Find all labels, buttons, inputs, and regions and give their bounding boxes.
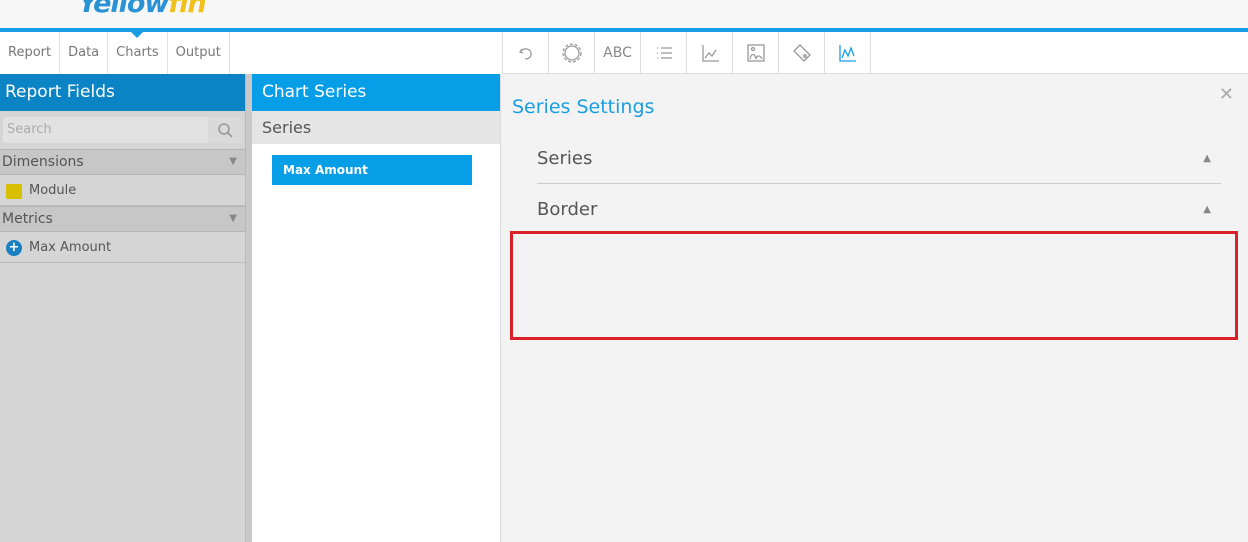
chevron-down-icon[interactable]: ▼ xyxy=(229,150,237,174)
list-icon[interactable] xyxy=(641,32,687,73)
report-fields-title: Report Fields xyxy=(0,74,245,111)
series-accordion[interactable]: Series ▲ xyxy=(537,134,1221,184)
plus-icon[interactable]: + xyxy=(6,240,22,256)
metrics-section[interactable]: Metrics ▼ xyxy=(0,206,245,232)
tab-data[interactable]: Data xyxy=(60,32,109,74)
image-icon[interactable] xyxy=(733,32,779,73)
close-icon[interactable]: ✕ xyxy=(1219,84,1234,105)
main-nav: Report Data Charts Output xyxy=(0,32,502,74)
text-abc-icon[interactable]: ABC xyxy=(595,32,641,73)
undo-icon[interactable] xyxy=(503,32,549,73)
gear-icon[interactable] xyxy=(549,32,595,73)
tab-output[interactable]: Output xyxy=(168,32,230,74)
chevron-up-icon[interactable]: ▲ xyxy=(1203,134,1211,184)
series-settings-title: Series Settings xyxy=(512,96,655,118)
tag-icon[interactable] xyxy=(779,32,825,73)
report-fields-panel: Report Fields Search Dimensions ▼ Module … xyxy=(0,74,245,542)
panel-resize-handle[interactable] xyxy=(245,74,252,542)
line-series-icon[interactable] xyxy=(825,32,871,73)
highlight-box xyxy=(510,231,1238,340)
series-item-max-amount[interactable]: Max Amount xyxy=(272,155,472,185)
search-icon[interactable] xyxy=(208,117,242,143)
border-accordion[interactable]: Border ▲ xyxy=(537,185,1221,235)
chart-toolbar: ABC xyxy=(502,32,1248,74)
field-module[interactable]: Module xyxy=(0,175,245,206)
yellowfin-logo: Yellowfin xyxy=(78,0,207,19)
tab-report[interactable]: Report xyxy=(0,32,61,74)
search-input[interactable]: Search xyxy=(3,117,242,143)
chart-series-title: Chart Series xyxy=(252,74,500,111)
tab-charts[interactable]: Charts xyxy=(108,32,168,74)
top-bar: Yellowfin xyxy=(0,0,1248,28)
dimension-icon xyxy=(6,184,22,199)
axis-chart-icon[interactable] xyxy=(687,32,733,73)
dimensions-section[interactable]: Dimensions ▼ xyxy=(0,149,245,175)
field-max-amount[interactable]: + Max Amount xyxy=(0,232,245,263)
chevron-down-icon[interactable]: ▼ xyxy=(229,207,237,231)
series-section-label: Series xyxy=(252,111,500,144)
chevron-up-icon[interactable]: ▲ xyxy=(1203,185,1211,235)
chart-series-panel: Chart Series Series Max Amount xyxy=(252,74,501,542)
